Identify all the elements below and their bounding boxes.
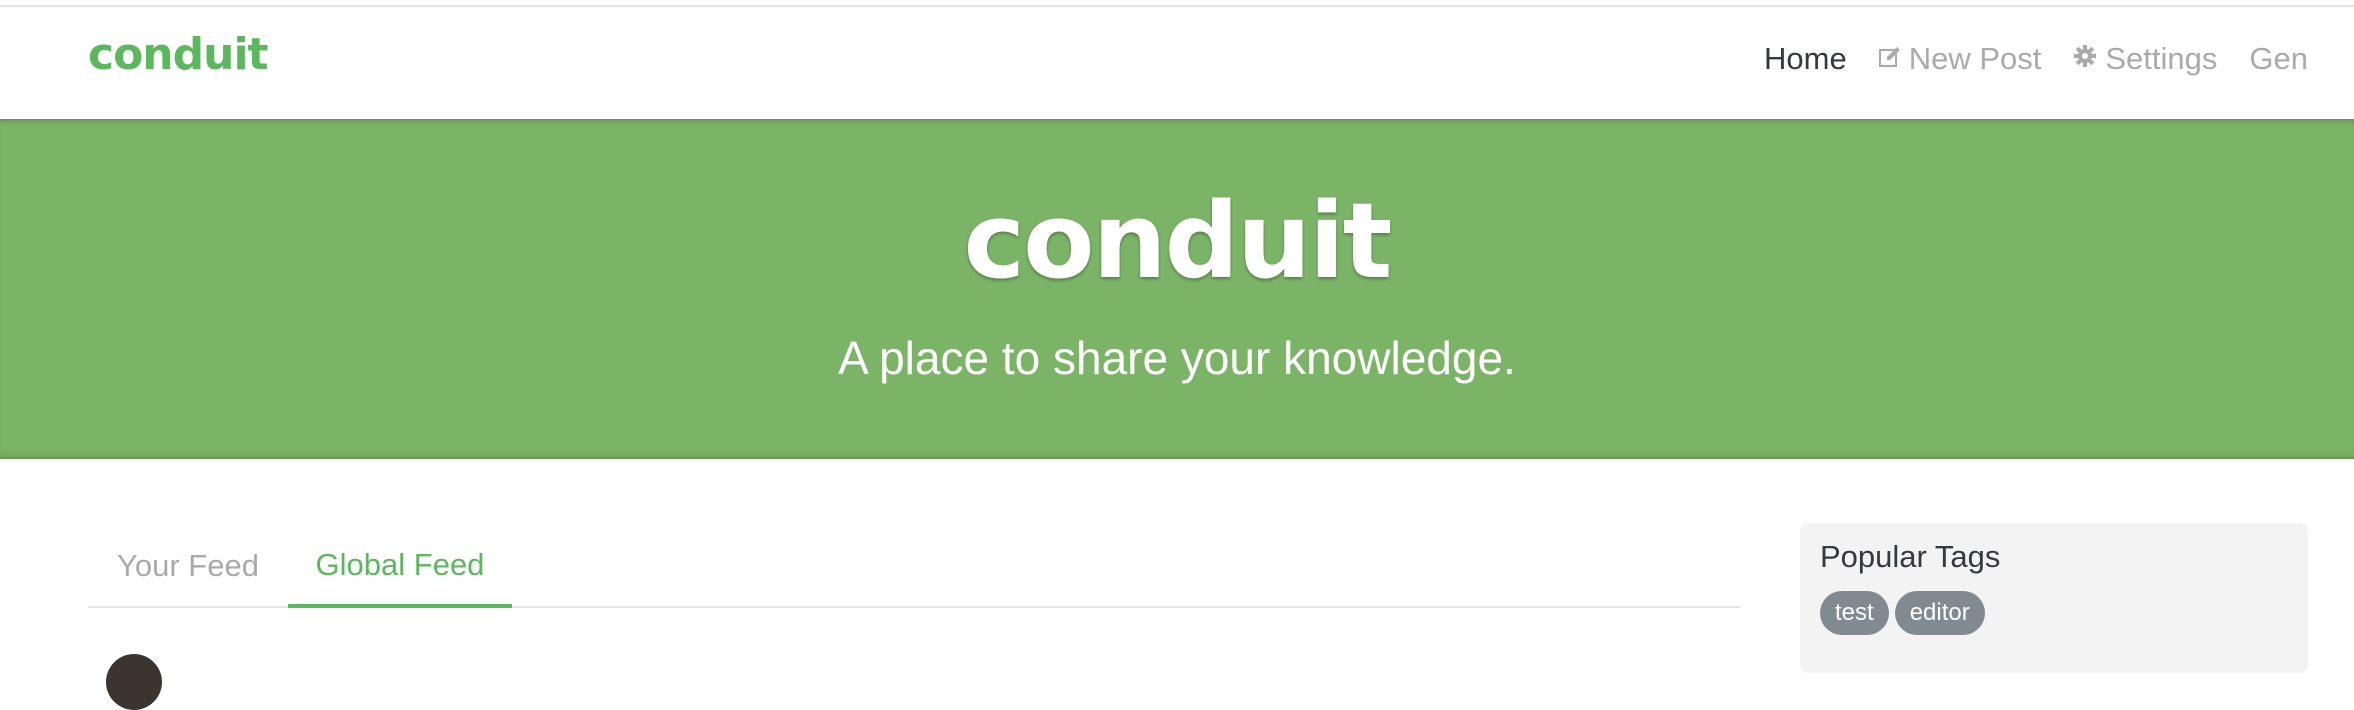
tab-your-feed[interactable]: Your Feed xyxy=(88,526,288,606)
nav-profile-label: Gen xyxy=(2249,41,2308,76)
nav-home-link[interactable]: Home xyxy=(1764,41,1847,77)
nav-settings-label: Settings xyxy=(2105,41,2218,76)
popular-tags-sidebar: Popular Tags test editor xyxy=(1800,523,2308,673)
gear-icon xyxy=(2073,44,2097,74)
sidebar-title: Popular Tags xyxy=(1820,539,2001,574)
nav-home-label: Home xyxy=(1764,41,1847,76)
avatar[interactable] xyxy=(106,654,162,710)
navbar: conduit Home New Post Settings Gen xyxy=(0,7,2354,119)
nav-profile-link[interactable]: Gen xyxy=(2249,41,2308,77)
banner-subtitle: A place to share your knowledge. xyxy=(838,332,1516,384)
nav-settings-link[interactable]: Settings xyxy=(2073,41,2217,77)
nav-new-post-label: New Post xyxy=(1908,41,2042,76)
banner-title: conduit xyxy=(963,180,1393,302)
top-accent-line xyxy=(0,0,2354,7)
nav-new-post-link[interactable]: New Post xyxy=(1878,41,2042,77)
nav-links: Home New Post Settings Gen xyxy=(1732,41,2308,77)
hero-banner: conduit A place to share your knowledge. xyxy=(0,119,2354,459)
edit-icon xyxy=(1878,45,1901,74)
tab-global-feed[interactable]: Global Feed xyxy=(288,526,512,608)
tag-pill-test[interactable]: test xyxy=(1820,591,1889,635)
tag-pill-editor[interactable]: editor xyxy=(1894,591,1985,635)
tag-list: test editor xyxy=(1820,591,1991,635)
brand-logo[interactable]: conduit xyxy=(88,29,269,80)
feed-toggle: Your Feed Global Feed xyxy=(88,526,1740,608)
